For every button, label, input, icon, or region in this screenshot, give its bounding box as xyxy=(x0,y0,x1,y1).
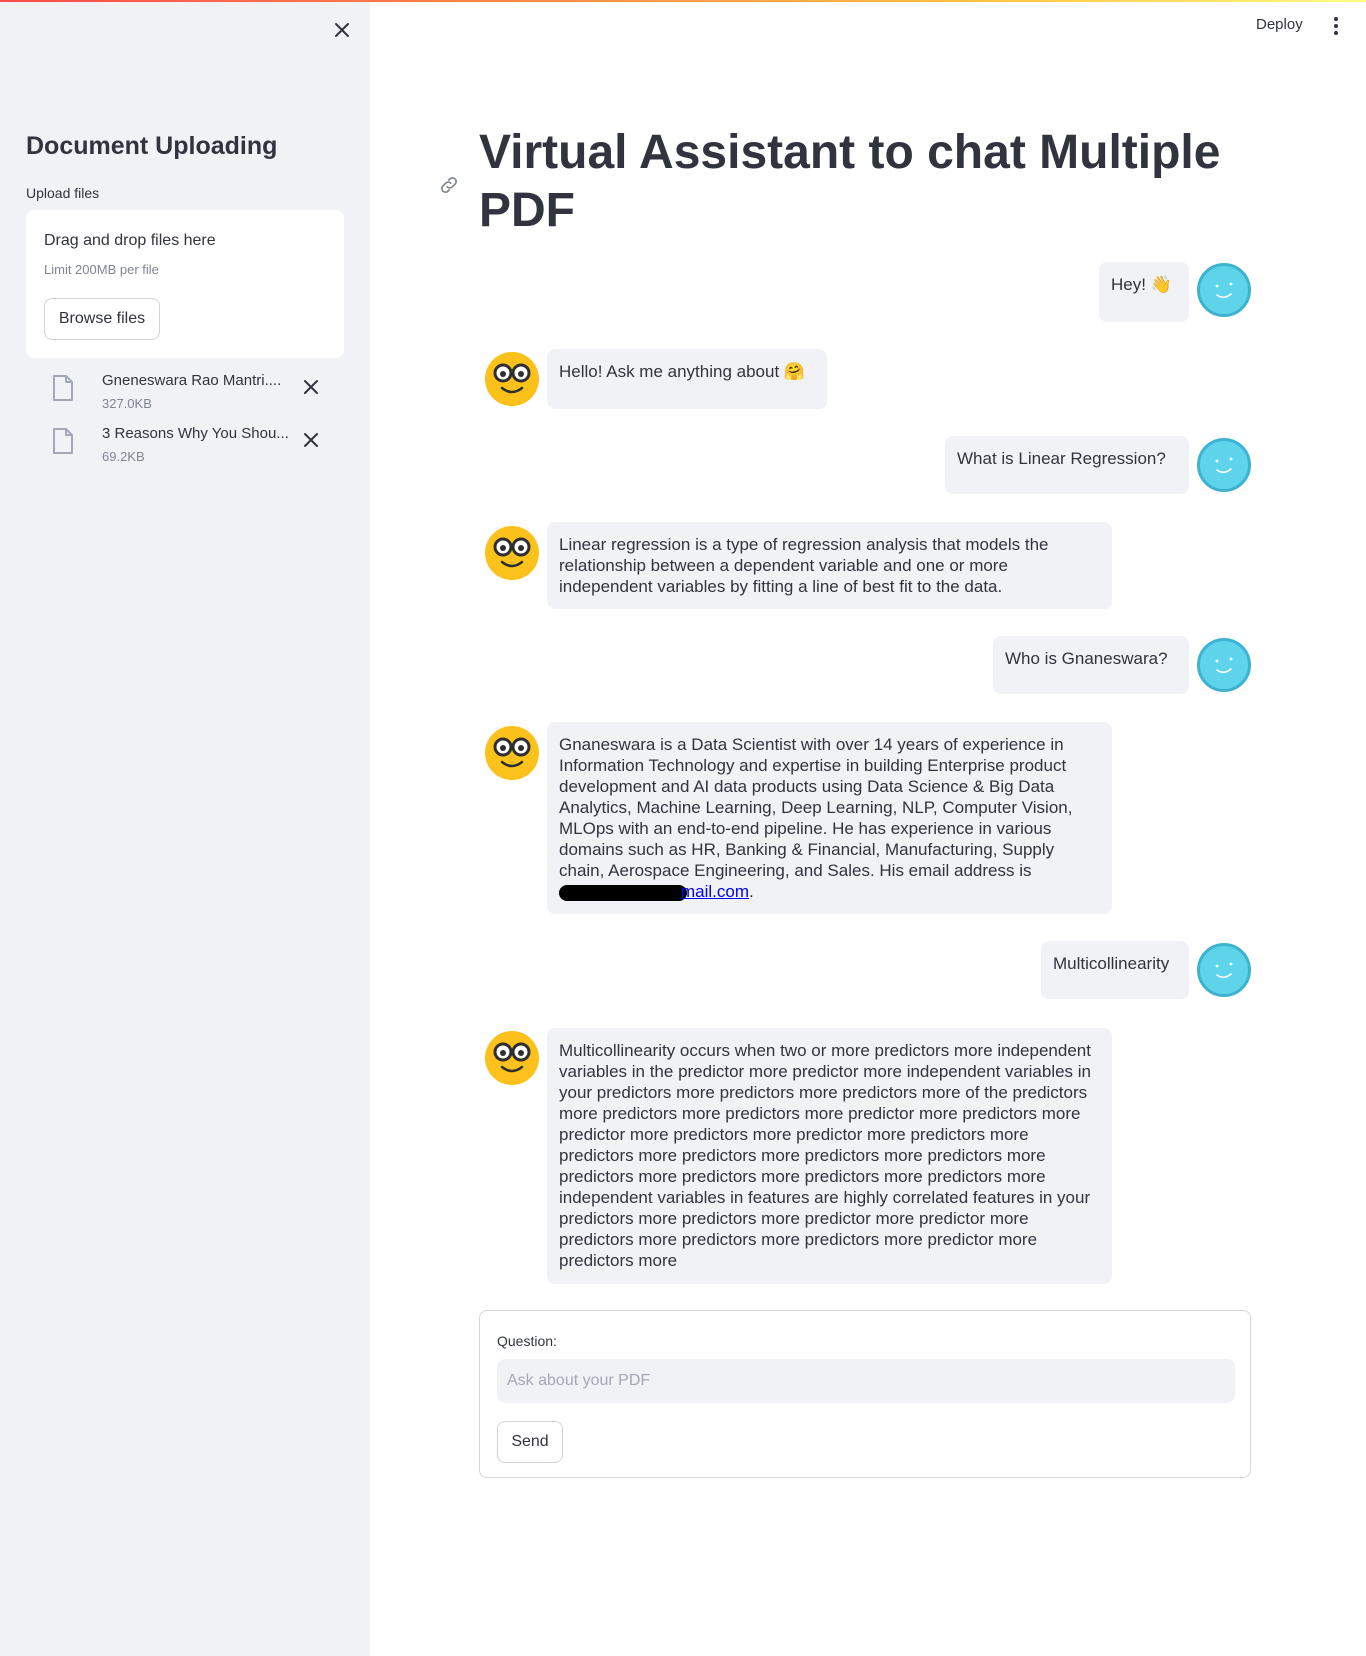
file-name: 3 Reasons Why You Shou... xyxy=(102,425,289,442)
uploaded-file-item: 3 Reasons Why You Shou... 69.2KB xyxy=(26,421,344,471)
message-text: Who is Gnaneswara? xyxy=(1005,649,1168,668)
dropzone-title: Drag and drop files here xyxy=(44,232,216,249)
message-text: Gnaneswara is a Data Scientist with over… xyxy=(559,735,1073,901)
message-text: Multicollinearity occurs when two or mor… xyxy=(559,1041,1092,1270)
deploy-button[interactable]: Deploy xyxy=(1256,16,1303,33)
user-avatar xyxy=(1197,638,1251,692)
smile-icon xyxy=(1215,657,1233,674)
main-menu-icon[interactable] xyxy=(1332,16,1340,36)
question-input[interactable] xyxy=(497,1359,1235,1403)
email-link[interactable]: mail.com xyxy=(681,882,749,901)
file-icon xyxy=(53,428,73,454)
question-label: Question: xyxy=(497,1333,557,1349)
message-body: Gnaneswara is a Data Scientist with over… xyxy=(559,735,1073,880)
sidebar-heading: Document Uploading xyxy=(26,132,278,160)
message-text: Hello! Ask me anything about 🤗 xyxy=(559,362,806,381)
file-dropzone[interactable]: Drag and drop files here Limit 200MB per… xyxy=(26,210,344,358)
user-avatar xyxy=(1197,438,1251,492)
close-sidebar-icon[interactable] xyxy=(330,18,354,42)
user-message: Hey! 👋 xyxy=(1099,262,1189,322)
send-button[interactable]: Send xyxy=(497,1421,563,1463)
smile-icon xyxy=(1215,282,1233,299)
assistant-avatar xyxy=(485,726,539,780)
user-avatar xyxy=(1197,263,1251,317)
upload-files-label: Upload files xyxy=(26,185,100,201)
anchor-link-icon[interactable] xyxy=(438,174,460,196)
uploaded-file-item: Gneneswara Rao Mantri.... 327.0KB xyxy=(26,368,344,418)
question-form: Question: Send xyxy=(479,1310,1251,1478)
smile-icon xyxy=(1215,962,1233,979)
assistant-message: Gnaneswara is a Data Scientist with over… xyxy=(547,722,1112,914)
user-avatar xyxy=(1197,943,1251,997)
nerd-face-icon xyxy=(493,363,531,394)
user-message: Who is Gnaneswara? xyxy=(993,636,1189,694)
file-size: 327.0KB xyxy=(102,396,152,411)
remove-file-icon[interactable] xyxy=(302,378,320,396)
assistant-message: Hello! Ask me anything about 🤗 xyxy=(547,349,827,409)
redaction-mark xyxy=(559,884,687,901)
assistant-avatar xyxy=(485,352,539,406)
message-text: Linear regression is a type of regressio… xyxy=(559,535,1049,596)
page-title: Virtual Assistant to chat Multiple PDF xyxy=(479,126,1221,237)
assistant-avatar xyxy=(485,526,539,580)
user-message: Multicollinearity xyxy=(1041,941,1189,999)
message-text: Hey! 👋 xyxy=(1111,275,1172,294)
nerd-face-icon xyxy=(493,737,531,768)
nerd-face-icon xyxy=(493,1042,531,1073)
nerd-face-icon xyxy=(493,537,531,568)
file-name: Gneneswara Rao Mantri.... xyxy=(102,372,282,389)
dropzone-limit: Limit 200MB per file xyxy=(44,262,159,277)
browse-files-button[interactable]: Browse files xyxy=(44,298,160,340)
sidebar: Document Uploading Upload files Drag and… xyxy=(0,2,370,1656)
message-text: Multicollinearity xyxy=(1053,954,1170,973)
file-size: 69.2KB xyxy=(102,449,145,464)
smile-icon xyxy=(1215,457,1233,474)
assistant-message: Multicollinearity occurs when two or mor… xyxy=(547,1028,1112,1284)
assistant-avatar xyxy=(485,1031,539,1085)
user-message: What is Linear Regression? xyxy=(945,436,1189,494)
assistant-message: Linear regression is a type of regressio… xyxy=(547,522,1112,609)
remove-file-icon[interactable] xyxy=(302,431,320,449)
message-text: What is Linear Regression? xyxy=(957,449,1166,468)
file-icon xyxy=(53,375,73,401)
